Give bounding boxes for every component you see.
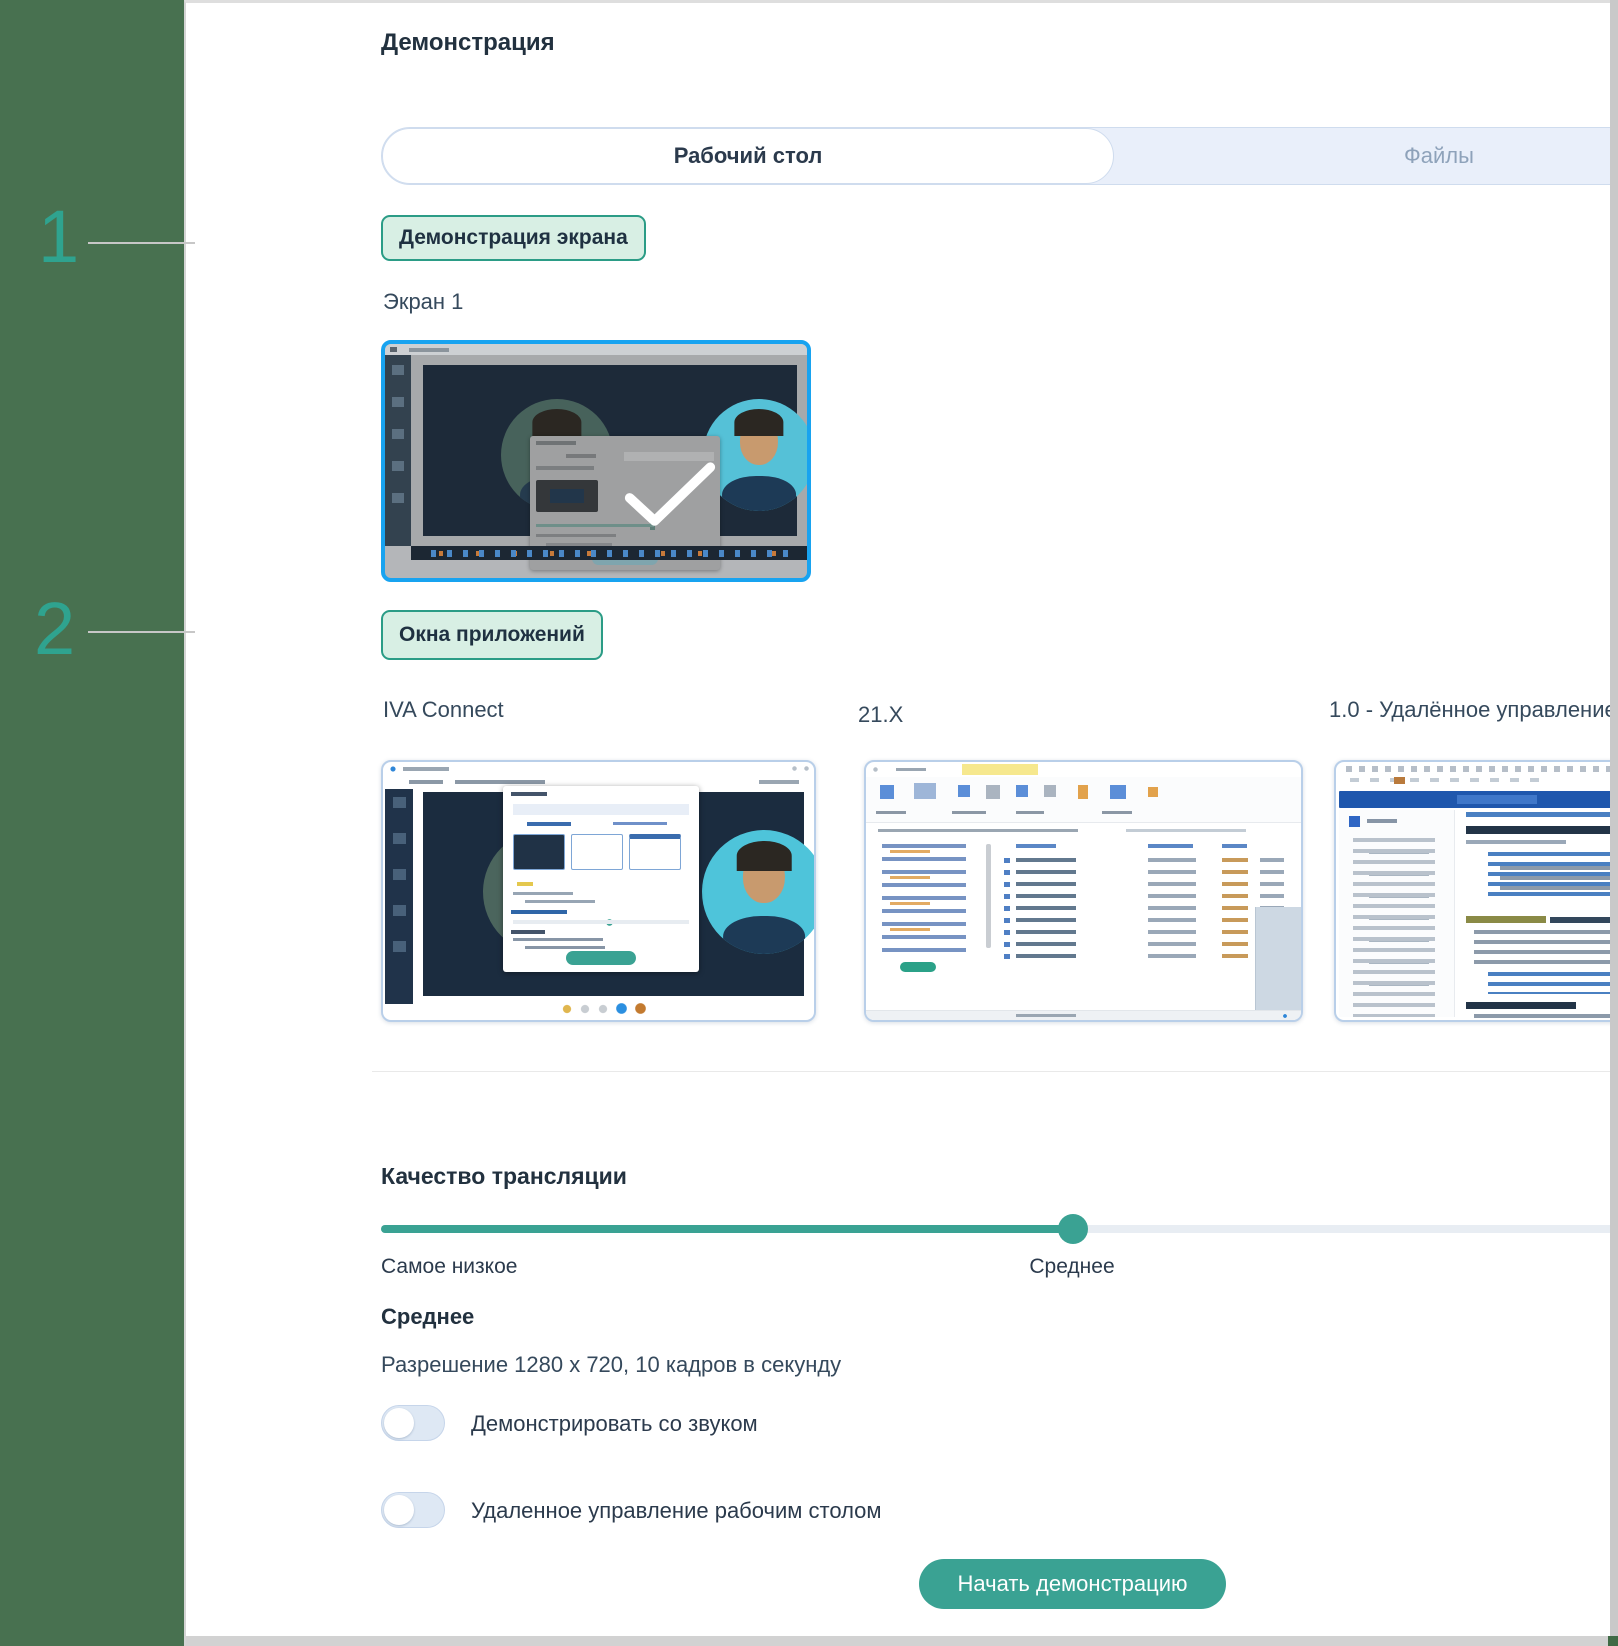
start-demonstration-button[interactable]: Начать демонстрацию — [919, 1559, 1226, 1609]
tab-bar: Рабочий стол Файлы — [381, 127, 1618, 185]
preview-statusbar — [866, 1010, 1301, 1020]
preview-sidebar — [385, 789, 413, 1004]
window-thumbnail-21x[interactable] — [864, 760, 1303, 1022]
horizontal-scrollbar[interactable] — [186, 1636, 1618, 1646]
section-title-app-windows: Окна приложений — [381, 610, 603, 660]
preview-titlebar — [385, 344, 807, 355]
section-title-screen-share: Демонстрация экрана — [381, 215, 646, 261]
quality-label-mid: Среднее — [1029, 1255, 1114, 1279]
annotation-marker-1: 1 — [38, 200, 79, 274]
window-label-remote-doc: 1.0 - Удалённое управлением ра… — [1329, 697, 1618, 723]
quality-slider-knob[interactable] — [1058, 1214, 1088, 1244]
preview-ribbon — [866, 777, 1301, 823]
checkmark-icon — [622, 458, 718, 532]
avatar — [702, 830, 816, 954]
preview-dock-icons — [383, 1001, 814, 1016]
screen-1-label: Экран 1 — [383, 289, 463, 315]
quality-slider[interactable] — [381, 1225, 1618, 1233]
tab-desktop[interactable]: Рабочий стол — [382, 128, 1114, 184]
scrollbar-corner — [1608, 1636, 1618, 1646]
annotation-line-2 — [88, 631, 195, 633]
preview-button — [900, 962, 936, 972]
quality-title: Качество трансляции — [381, 1163, 627, 1190]
toggle-share-with-audio-label: Демонстрировать со звуком — [471, 1411, 758, 1437]
quality-selected-name: Среднее — [381, 1304, 474, 1330]
preview-share-dialog — [503, 786, 699, 972]
toggle-knob — [384, 1408, 414, 1438]
dialog-title: Демонстрация — [381, 29, 555, 57]
quality-description: Разрешение 1280 x 720, 10 кадров в секун… — [381, 1352, 841, 1378]
screenshot-root: Демонстрация ✕ Рабочий стол Файлы Демонс… — [0, 0, 1618, 1646]
preview-titlebar — [383, 762, 814, 775]
preview-scrollbar — [986, 844, 991, 948]
window-label-21x: 21.X — [858, 702, 903, 728]
annotation-line-1 — [88, 242, 195, 244]
quality-label-min: Самое низкое — [381, 1255, 517, 1279]
preview-start-button — [566, 951, 636, 965]
preview-tree-panel — [874, 842, 982, 960]
screen-1-thumbnail[interactable] — [381, 340, 811, 582]
share-dialog: Демонстрация ✕ Рабочий стол Файлы Демонс… — [184, 0, 1618, 1646]
quality-slider-fill — [381, 1225, 1073, 1233]
preview-file-list — [998, 842, 1288, 962]
preview-header-bar — [1339, 791, 1618, 808]
preview-mini-thumbnail — [536, 480, 598, 512]
preview-mini-thumbnail — [629, 834, 681, 870]
vertical-scrollbar[interactable] — [1610, 0, 1618, 1646]
preview-mini-thumbnail — [513, 834, 565, 870]
tab-files[interactable]: Файлы — [1114, 128, 1618, 184]
desktop-background — [0, 0, 184, 1646]
toggle-remote-control[interactable] — [381, 1492, 445, 1528]
preview-side-panel — [1255, 907, 1301, 1010]
preview-mini-thumbnail — [571, 834, 623, 870]
window-label-iva-connect: IVA Connect — [383, 697, 504, 723]
section-divider — [372, 1071, 1618, 1072]
preview-toolbar — [1336, 762, 1618, 790]
preview-taskbar — [411, 546, 807, 560]
window-thumbnail-remote-doc[interactable] — [1334, 760, 1618, 1022]
toggle-remote-control-label: Удаленное управление рабочим столом — [471, 1498, 882, 1524]
window-thumbnail-iva-connect[interactable] — [381, 760, 816, 1022]
annotation-marker-2: 2 — [34, 592, 75, 666]
preview-sidebar — [385, 355, 411, 546]
preview-pathbar — [866, 823, 1301, 837]
toggle-share-with-audio[interactable] — [381, 1405, 445, 1441]
preview-titlebar — [866, 762, 1301, 777]
preview-document-body — [1458, 810, 1618, 1018]
toggle-knob — [384, 1495, 414, 1525]
preview-sidebar — [1339, 810, 1455, 1017]
